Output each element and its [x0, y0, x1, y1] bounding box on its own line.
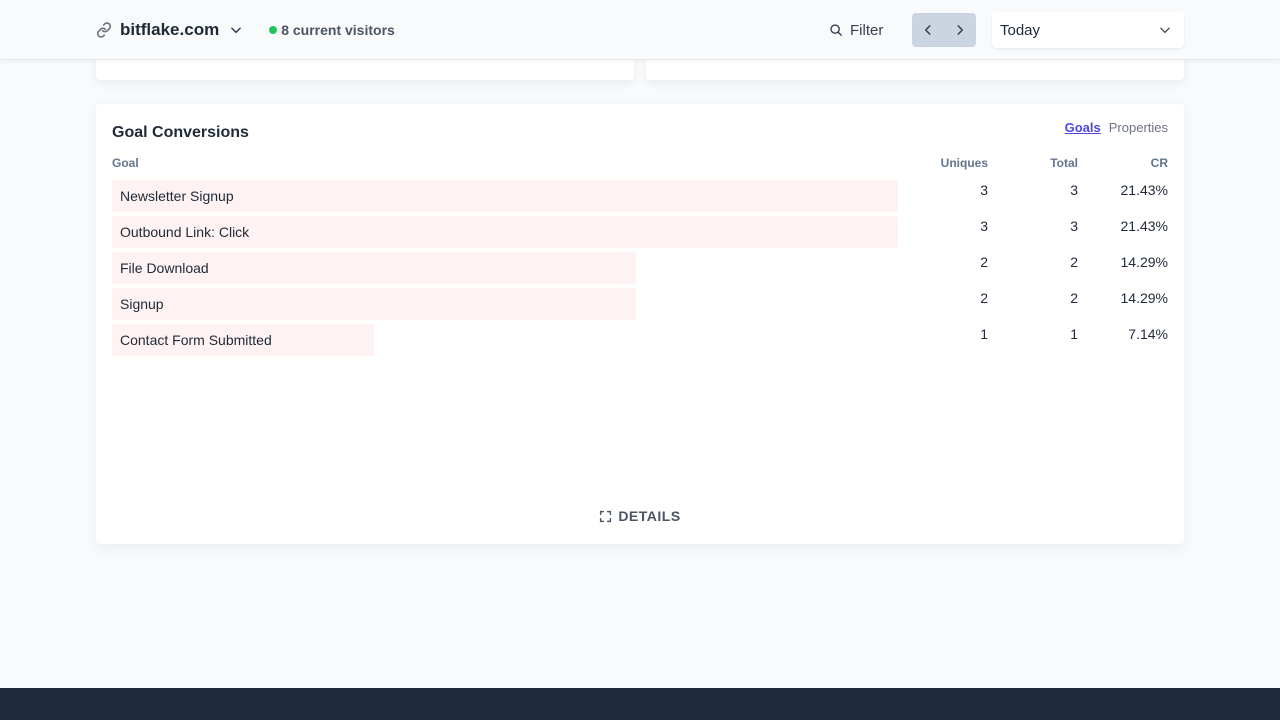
- tab-properties[interactable]: Properties: [1109, 120, 1168, 135]
- period-select[interactable]: Today: [992, 12, 1184, 48]
- cr-value: 14.29%: [1120, 254, 1168, 270]
- link-icon: [96, 22, 112, 38]
- uniques-value: 3: [980, 182, 988, 198]
- table-row[interactable]: File Download 2 2 14.29%: [112, 252, 1168, 284]
- cr-value: 7.14%: [1128, 326, 1168, 342]
- current-visitors-label: 8 current visitors: [281, 22, 395, 38]
- card-tabs: Goals Properties: [1065, 120, 1168, 135]
- period-nav: [912, 13, 976, 47]
- filter-button[interactable]: Filter: [829, 18, 883, 42]
- goal-name[interactable]: Outbound Link: Click: [120, 216, 249, 248]
- current-visitors[interactable]: 8 current visitors: [269, 22, 395, 38]
- previous-period-button[interactable]: [912, 13, 944, 47]
- goal-name[interactable]: File Download: [120, 252, 209, 284]
- live-dot-icon: [269, 26, 278, 34]
- total-value: 1: [1070, 326, 1078, 342]
- column-header-uniques: Uniques: [940, 156, 988, 170]
- cr-value: 21.43%: [1120, 218, 1168, 234]
- total-value: 3: [1070, 182, 1078, 198]
- goal-bar: [112, 288, 636, 320]
- chevron-down-icon: [1158, 23, 1172, 37]
- cr-value: 14.29%: [1120, 290, 1168, 306]
- column-header-goal: Goal: [112, 156, 139, 170]
- site-switcher[interactable]: bitflake.com 8 current visitors: [96, 0, 395, 60]
- card-title: Goal Conversions: [112, 124, 249, 141]
- top-bar: bitflake.com 8 current visitors Filter T…: [0, 0, 1280, 60]
- tab-goals[interactable]: Goals: [1065, 120, 1101, 135]
- table-row[interactable]: Signup 2 2 14.29%: [112, 288, 1168, 320]
- table-row[interactable]: Contact Form Submitted 1 1 7.14%: [112, 324, 1168, 356]
- chevron-right-icon: [953, 23, 967, 37]
- expand-icon: [599, 510, 612, 523]
- total-value: 2: [1070, 254, 1078, 270]
- next-period-button[interactable]: [944, 13, 976, 47]
- column-header-cr: CR: [1150, 156, 1168, 170]
- footer: [0, 688, 1280, 720]
- uniques-value: 1: [980, 326, 988, 342]
- goal-name[interactable]: Newsletter Signup: [120, 180, 234, 212]
- chevron-left-icon: [921, 23, 935, 37]
- uniques-value: 2: [980, 290, 988, 306]
- goal-name[interactable]: Contact Form Submitted: [120, 324, 272, 356]
- details-label: DETAILS: [618, 508, 681, 524]
- filter-label: Filter: [850, 21, 884, 39]
- details-button[interactable]: DETAILS: [96, 508, 1184, 524]
- goal-conversions-card: Goal Conversions Goals Properties Goal U…: [96, 104, 1184, 544]
- period-label: Today: [1000, 21, 1041, 39]
- uniques-value: 3: [980, 218, 988, 234]
- total-value: 2: [1070, 290, 1078, 306]
- goal-name[interactable]: Signup: [120, 288, 164, 320]
- total-value: 3: [1070, 218, 1078, 234]
- uniques-value: 2: [980, 254, 988, 270]
- cr-value: 21.43%: [1120, 182, 1168, 198]
- chevron-down-icon[interactable]: [229, 23, 243, 37]
- site-name[interactable]: bitflake.com: [120, 20, 219, 40]
- column-header-total: Total: [1050, 156, 1078, 170]
- search-icon: [829, 23, 843, 37]
- table-row[interactable]: Outbound Link: Click 3 3 21.43%: [112, 216, 1168, 248]
- table-row[interactable]: Newsletter Signup 3 3 21.43%: [112, 180, 1168, 212]
